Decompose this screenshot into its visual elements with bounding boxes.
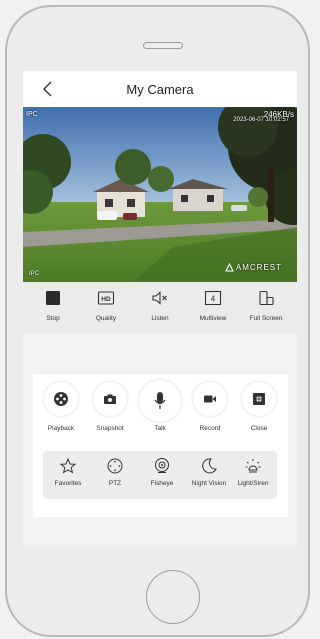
live-controls-bar: Stop HD Quality Listen 4 Multiview Full …	[23, 282, 297, 333]
talk-button[interactable]: Talk	[135, 380, 185, 432]
listen-label: Listen	[151, 315, 169, 322]
brand-name: AMCREST	[235, 263, 282, 272]
night-vision-button[interactable]: Night Vision	[185, 457, 233, 487]
multiview-4-icon: 4	[204, 290, 222, 306]
record-button[interactable]: Record	[185, 382, 235, 432]
playback-label: Playback	[47, 425, 75, 432]
home-button[interactable]	[146, 570, 200, 624]
light-siren-button[interactable]: Light/Siren	[229, 457, 277, 487]
video-record-icon	[193, 382, 227, 416]
video-timestamp: 2023-06-07 10:02:57	[233, 117, 289, 123]
ptz-button[interactable]: PTZ	[91, 457, 139, 487]
multiview-button[interactable]: 4 Multiview	[186, 290, 240, 322]
fullscreen-icon	[257, 290, 275, 306]
quality-button[interactable]: HD Quality	[79, 290, 133, 322]
stop-label: Stop	[46, 315, 60, 322]
page-title: My Camera	[126, 82, 194, 97]
brand-watermark: AMCREST	[224, 263, 282, 272]
live-video[interactable]: IPC 246KB/s 2023-06-07 10:02:57 IPC AMCR…	[23, 107, 297, 282]
star-icon	[59, 457, 77, 475]
listen-button[interactable]: Listen	[133, 290, 187, 322]
hd-badge-text: HD	[101, 296, 111, 303]
hd-icon: HD	[97, 290, 115, 306]
fullscreen-button[interactable]: Full Screen	[239, 290, 293, 322]
camera-icon	[93, 382, 127, 416]
light-siren-label: Light/Siren	[237, 480, 269, 487]
multiview-count: 4	[211, 295, 216, 304]
multiview-label: Multiview	[199, 315, 227, 322]
microphone-icon	[139, 380, 181, 422]
close-label: Close	[250, 425, 268, 432]
playback-icon	[44, 382, 78, 416]
speaker-muted-icon	[151, 290, 169, 306]
close-icon	[242, 382, 276, 416]
stop-icon	[44, 290, 62, 306]
quality-label: Quality	[95, 315, 117, 322]
channel-label-bottom: IPC	[29, 271, 40, 277]
fullscreen-label: Full Screen	[249, 315, 283, 322]
favorites-label: Favorites	[54, 480, 82, 487]
close-button[interactable]: Close	[234, 382, 284, 432]
night-vision-label: Night Vision	[191, 480, 227, 487]
light-icon	[244, 457, 262, 475]
actions-panel: Playback Snapshot Talk Record Close Favo…	[33, 374, 288, 517]
ptz-icon	[106, 457, 124, 475]
snapshot-button[interactable]: Snapshot	[85, 382, 135, 432]
fisheye-label: Fisheye	[150, 480, 174, 487]
header: My Camera	[23, 71, 297, 107]
fisheye-icon	[153, 457, 171, 475]
app-screen: My Camera IPC 246KB/s 2023-06-07 10:02:5…	[23, 71, 297, 547]
talk-label: Talk	[154, 425, 166, 432]
channel-label: IPC	[26, 111, 38, 118]
snapshot-label: Snapshot	[96, 425, 124, 432]
ptz-label: PTZ	[108, 480, 122, 487]
video-frame	[23, 107, 297, 282]
favorites-button[interactable]: Favorites	[44, 457, 92, 487]
moon-icon	[200, 457, 218, 475]
phone-speaker	[143, 42, 183, 49]
record-label: Record	[199, 425, 221, 432]
tools-row: Favorites PTZ Fisheye Night Vision Light…	[43, 451, 277, 499]
amcrest-logo-icon	[224, 263, 234, 272]
playback-button[interactable]: Playback	[36, 382, 86, 432]
fisheye-button[interactable]: Fisheye	[138, 457, 186, 487]
stop-button[interactable]: Stop	[26, 290, 80, 322]
